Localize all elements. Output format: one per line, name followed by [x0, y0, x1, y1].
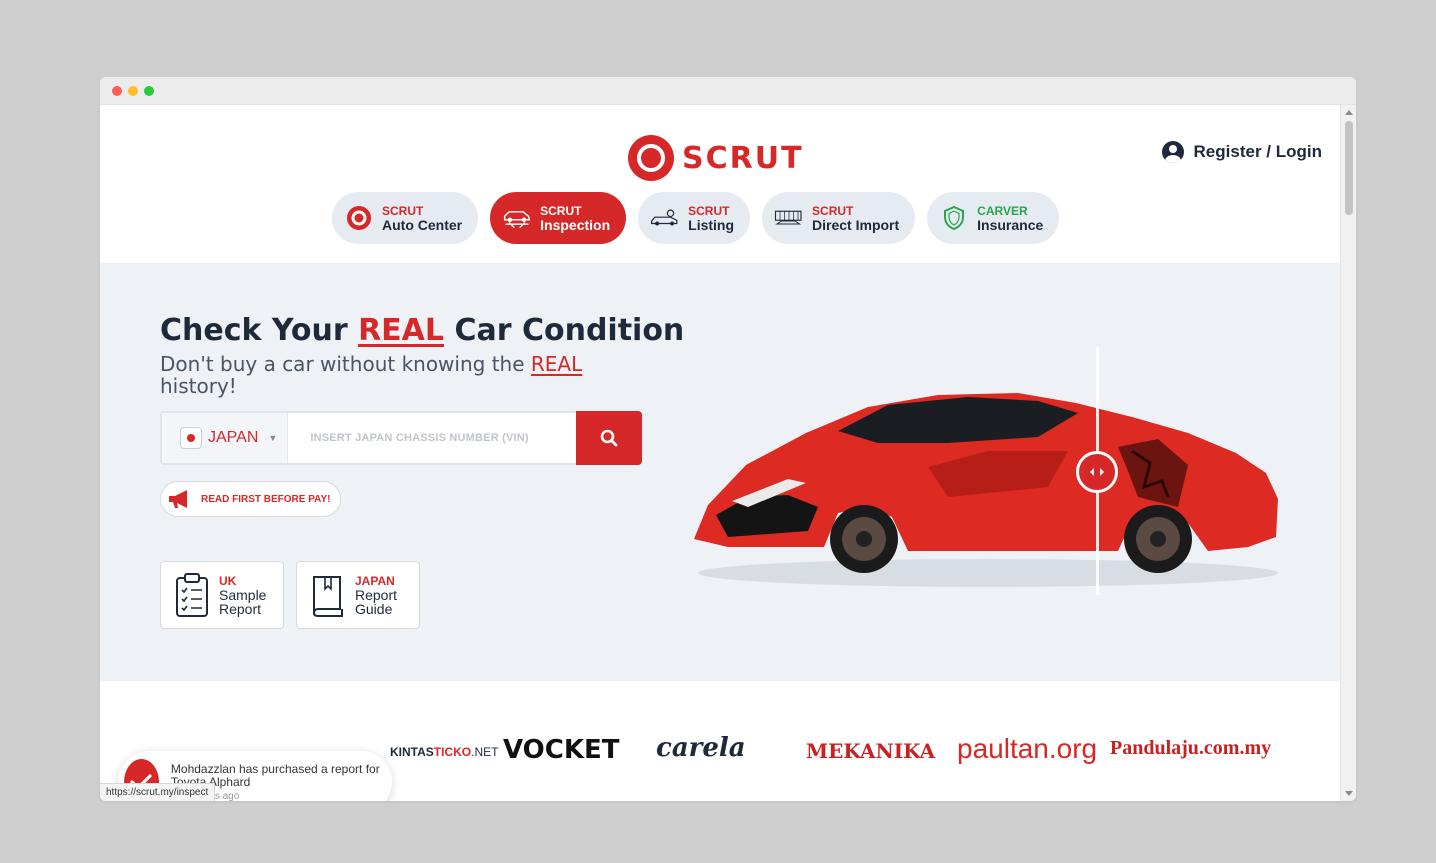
car-lift-icon [502, 206, 532, 230]
minimize-window-button[interactable] [128, 85, 138, 96]
nav-listing[interactable]: SCRUT Listing [638, 192, 751, 244]
scroll-up-arrow[interactable] [1345, 110, 1353, 115]
pandulaju-logo: Pandulaju.com.my [1110, 737, 1272, 759]
maximize-window-button[interactable] [144, 85, 154, 96]
close-window-button[interactable] [112, 85, 122, 96]
mekanika-logo: MEKANIKA [806, 739, 936, 763]
country-selector[interactable]: JAPAN ▼ [162, 413, 289, 463]
report-line2: Guide [355, 601, 393, 617]
scroll-thumb[interactable] [1345, 121, 1353, 215]
logo-text: SCRUT [682, 140, 804, 176]
nav-label: Direct Import [812, 217, 900, 233]
megaphone-icon [169, 490, 187, 508]
nav-brand: SCRUT [688, 204, 730, 218]
wheel-icon [344, 206, 374, 230]
search-icon [600, 429, 618, 447]
report-brand: UK [219, 574, 237, 588]
shield-icon [939, 205, 969, 231]
slider-handle[interactable] [1076, 451, 1118, 493]
hero-subtitle: Don't buy a car without knowing the REAL… [160, 352, 583, 398]
nav-label: Inspection [540, 217, 611, 233]
nav-brand: SCRUT [540, 204, 582, 218]
nav-label: Auto Center [382, 217, 463, 233]
status-bar-url: https://scrut.my/inspect [100, 783, 216, 801]
report-brand: JAPAN [355, 574, 395, 588]
nav-label: Insurance [977, 217, 1044, 233]
carela-logo: carela [656, 733, 746, 763]
page-viewport: SCRUT Register / Login SCRUT Auto Center [100, 105, 1340, 801]
checklist-icon [176, 573, 208, 617]
read-first-button[interactable]: READ FIRST BEFORE PAY! [160, 481, 342, 517]
service-nav: SCRUT Auto Center SCRUT Inspection SCRUT… [332, 192, 1060, 244]
nav-brand: SCRUT [812, 204, 854, 218]
scroll-down-arrow[interactable] [1345, 791, 1353, 796]
vin-input[interactable] [288, 414, 576, 462]
report-line1: Report [355, 587, 398, 603]
japan-report-guide-card[interactable]: JAPAN Report Guide [296, 561, 420, 629]
title-real-highlight: REAL [358, 313, 445, 348]
window-titlebar [100, 77, 1356, 105]
uk-sample-report-card[interactable]: UK Sample Report [160, 561, 284, 629]
vertical-scrollbar[interactable] [1340, 105, 1356, 801]
browser-window: SCRUT Register / Login SCRUT Auto Center [100, 77, 1356, 801]
read-first-label: READ FIRST BEFORE PAY! [201, 493, 331, 505]
country-name: JAPAN [208, 429, 259, 446]
container-icon [774, 206, 804, 230]
report-line2: Report [219, 601, 262, 617]
scrut-logo-icon [628, 135, 674, 181]
car-listing-icon [650, 206, 680, 230]
register-login-label: Register / Login [1193, 142, 1322, 161]
register-login-link[interactable]: Register / Login [1161, 141, 1322, 163]
red-sports-car-image [694, 393, 1278, 587]
report-line1: Sample [219, 587, 267, 603]
paultan-logo: paultan.org [957, 733, 1098, 764]
car-comparison-slider[interactable] [688, 347, 1288, 595]
page-title: Check Your REAL Car Condition [160, 313, 685, 348]
nav-inspection[interactable]: SCRUT Inspection [490, 192, 627, 244]
search-button[interactable] [576, 411, 642, 465]
scrut-logo[interactable]: SCRUT [628, 135, 804, 181]
japan-flag-icon [180, 427, 202, 449]
kintasticko-logo: KINTASTICKO.NET [390, 745, 499, 759]
hero-section: Check Your REAL Car Condition Don't buy … [100, 263, 1340, 681]
vin-search-bar: JAPAN ▼ [160, 411, 642, 465]
book-icon [313, 576, 343, 617]
nav-label: Listing [688, 217, 735, 233]
site-header: SCRUT Register / Login SCRUT Auto Center [100, 105, 1340, 263]
nav-brand: CARVER [977, 204, 1028, 218]
nav-direct-import[interactable]: SCRUT Direct Import [762, 192, 916, 244]
subtitle-real-highlight: REAL [530, 352, 583, 376]
chevron-down-icon: ▼ [268, 433, 278, 443]
nav-brand: SCRUT [382, 204, 424, 218]
nav-insurance[interactable]: CARVER Insurance [927, 192, 1060, 244]
arrows-horizontal-icon [1090, 468, 1104, 476]
user-icon [1161, 141, 1184, 163]
nav-auto-center[interactable]: SCRUT Auto Center [332, 192, 479, 244]
vocket-logo: VOCKET [503, 735, 620, 765]
